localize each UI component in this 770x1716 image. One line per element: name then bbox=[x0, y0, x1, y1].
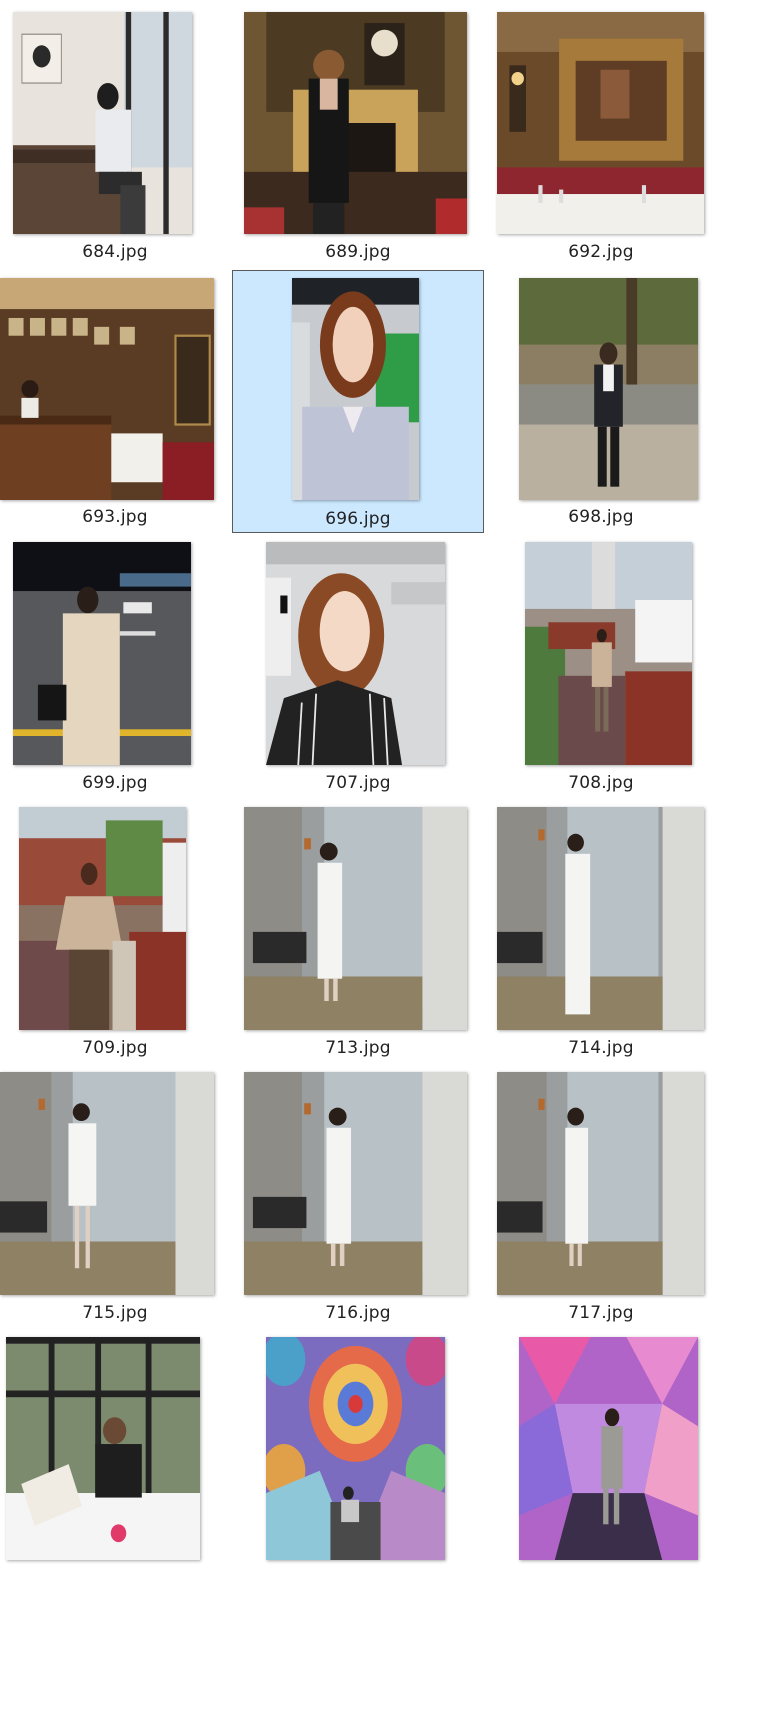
file-name: 715.jpg bbox=[82, 1303, 148, 1323]
image-thumbnail[interactable] bbox=[292, 278, 419, 500]
image-thumbnail[interactable] bbox=[244, 807, 467, 1030]
image-thumbnail[interactable] bbox=[244, 1072, 467, 1295]
file-name: 696.jpg bbox=[325, 509, 391, 529]
file-tile[interactable]: 716.jpg bbox=[232, 1065, 484, 1329]
file-tile[interactable]: 699.jpg bbox=[0, 535, 230, 799]
file-name: 716.jpg bbox=[325, 1303, 391, 1323]
image-thumbnail[interactable] bbox=[244, 12, 467, 234]
image-thumbnail[interactable] bbox=[0, 278, 214, 500]
image-thumbnail[interactable] bbox=[19, 807, 186, 1030]
image-thumbnail[interactable] bbox=[519, 278, 698, 500]
image-thumbnail[interactable] bbox=[497, 807, 704, 1030]
file-tile[interactable]: 709.jpg bbox=[0, 800, 230, 1064]
image-thumbnail[interactable] bbox=[13, 542, 191, 765]
file-grid: 684.jpg 689.jpg 692.jpg 693.jpg 696.jpg … bbox=[0, 0, 770, 1716]
file-tile[interactable]: 692.jpg bbox=[486, 0, 716, 265]
image-thumbnail[interactable] bbox=[266, 1337, 445, 1560]
file-name: 689.jpg bbox=[325, 242, 391, 262]
file-tile[interactable] bbox=[232, 1330, 484, 1716]
file-tile[interactable]: 713.jpg bbox=[232, 800, 484, 1064]
image-thumbnail[interactable] bbox=[519, 1337, 698, 1560]
file-name: 693.jpg bbox=[82, 507, 148, 527]
file-name: 717.jpg bbox=[568, 1303, 634, 1323]
file-tile[interactable]: 689.jpg bbox=[232, 0, 484, 265]
image-thumbnail[interactable] bbox=[0, 1072, 214, 1295]
file-name: 699.jpg bbox=[82, 773, 148, 793]
file-tile[interactable]: 698.jpg bbox=[486, 269, 716, 533]
image-thumbnail[interactable] bbox=[497, 1072, 704, 1295]
image-thumbnail[interactable] bbox=[266, 542, 445, 765]
file-tile[interactable]: 707.jpg bbox=[232, 535, 484, 799]
file-name: 713.jpg bbox=[325, 1038, 391, 1058]
file-name: 698.jpg bbox=[568, 507, 634, 527]
file-tile[interactable]: 684.jpg bbox=[0, 0, 230, 265]
file-name: 714.jpg bbox=[568, 1038, 634, 1058]
file-name: 709.jpg bbox=[82, 1038, 148, 1058]
file-tile[interactable] bbox=[486, 1330, 716, 1716]
file-tile[interactable] bbox=[0, 1330, 230, 1716]
file-name: 708.jpg bbox=[568, 773, 634, 793]
image-thumbnail[interactable] bbox=[497, 12, 704, 234]
file-name: 692.jpg bbox=[568, 242, 634, 262]
image-thumbnail[interactable] bbox=[13, 12, 192, 234]
file-tile-selected[interactable]: 696.jpg bbox=[232, 270, 484, 533]
file-name: 684.jpg bbox=[82, 242, 148, 262]
file-name: 707.jpg bbox=[325, 773, 391, 793]
file-tile[interactable]: 708.jpg bbox=[486, 535, 716, 799]
image-thumbnail[interactable] bbox=[6, 1337, 200, 1560]
file-tile[interactable]: 714.jpg bbox=[486, 800, 716, 1064]
file-tile[interactable]: 693.jpg bbox=[0, 269, 230, 533]
file-tile[interactable]: 715.jpg bbox=[0, 1065, 230, 1329]
file-tile[interactable]: 717.jpg bbox=[486, 1065, 716, 1329]
image-thumbnail[interactable] bbox=[525, 542, 692, 765]
